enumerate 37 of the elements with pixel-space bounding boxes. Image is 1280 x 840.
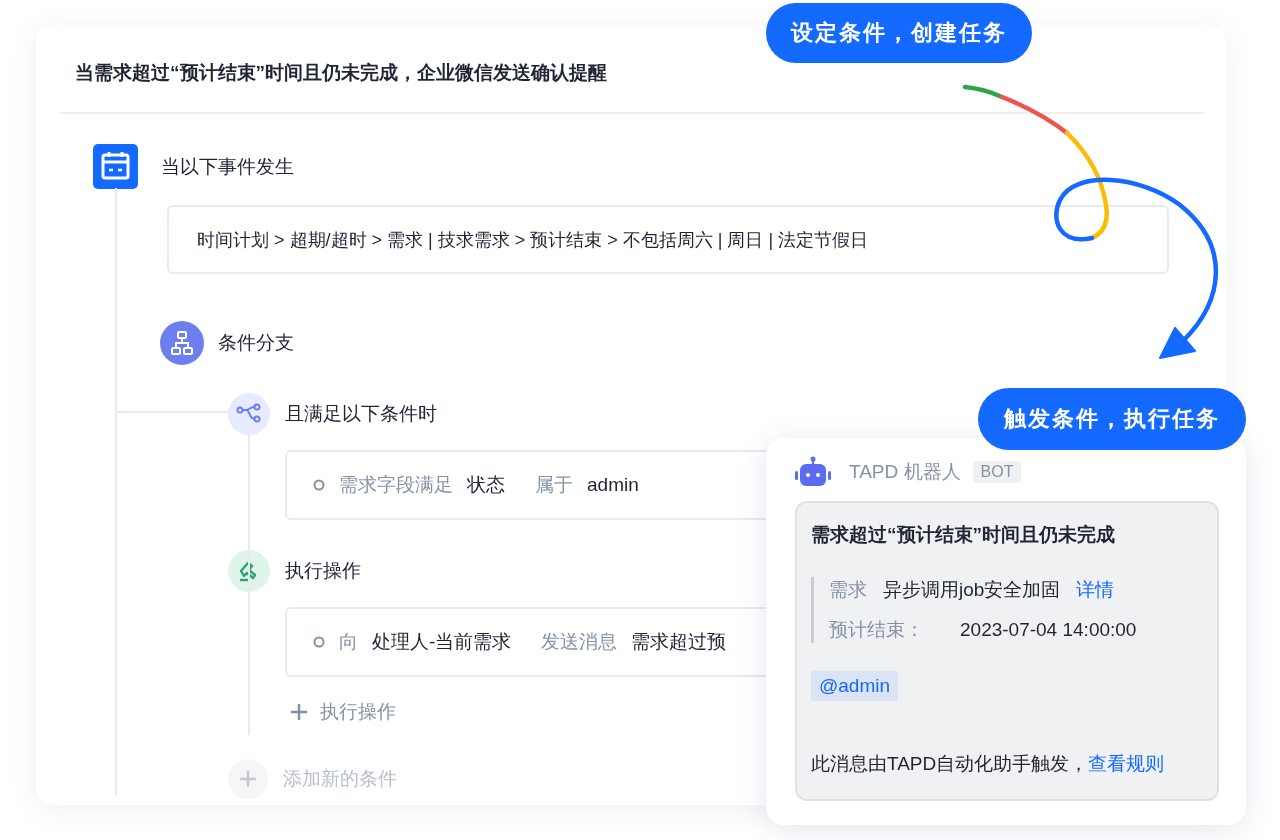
details-link[interactable]: 详情 (1076, 577, 1115, 603)
add-action-link[interactable]: 执行操作 (320, 699, 396, 725)
field-label: 需求字段满足 (339, 473, 453, 497)
robot-icon (795, 456, 831, 488)
message-title: 需求超过“预计结束”时间且仍未完成 (811, 523, 1116, 547)
plus-icon (228, 759, 268, 799)
branch-label: 条件分支 (218, 331, 294, 355)
trigger-path: 时间计划 > 超期/超时 > 需求 | 技求需求 > 预计结束 > 不包括周六 | 周日 | 法定节假日 (167, 205, 1169, 274)
field-value: 状态 (467, 473, 505, 497)
field-label: 发送消息 (541, 630, 618, 654)
field-value: 处理人-当前需求 (372, 630, 512, 654)
field-label: 需求 (829, 578, 867, 602)
field-label: 属于 (535, 473, 573, 497)
add-condition-link[interactable]: 添加新的条件 (283, 766, 397, 792)
field-label: 向 (339, 630, 358, 654)
field-value: admin (587, 474, 639, 496)
calendar-icon (93, 144, 138, 189)
field-label: 预计结束： (829, 618, 924, 642)
trigger-label: 当以下事件发生 (161, 154, 294, 179)
sender-name: TAPD 机器人 (849, 460, 961, 484)
callout-bubble: 设定条件，创建任务 (766, 3, 1032, 63)
field-value: 异步调用job安全加固 (883, 578, 1061, 602)
callout-bubble: 触发条件，执行任务 (978, 388, 1246, 450)
hierarchy-icon (160, 321, 204, 365)
bullet-icon (313, 636, 325, 648)
action-label: 执行操作 (285, 559, 361, 583)
condition-label: 且满足以下条件时 (285, 402, 437, 426)
bot-tag: BOT (972, 461, 1022, 483)
footer-text: 此消息由TAPD自动化助手触发，查看规则 (811, 752, 1166, 776)
view-rule-link[interactable]: 查看规则 (1088, 753, 1165, 774)
rule-title: 当需求超过“预计结束”时间且仍未完成，企业微信发送确认提醒 (74, 61, 607, 85)
field-value: 2023-07-04 14:00:00 (960, 618, 1137, 642)
field-value: 需求超过预 (631, 630, 727, 654)
bullet-icon (313, 479, 325, 491)
mention-tag[interactable]: @admin (811, 671, 899, 701)
nodes-icon (228, 393, 270, 435)
plus-icon (290, 703, 308, 721)
